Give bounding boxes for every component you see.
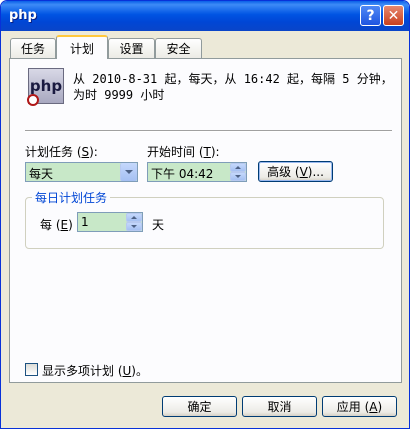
days-down-button[interactable] (126, 222, 142, 231)
php-logo-text: php (29, 77, 63, 95)
apply-button[interactable]: 应用 (A) (322, 396, 397, 417)
days-interval-input[interactable]: 1 (77, 212, 143, 232)
days-interval-value: 1 (81, 215, 89, 229)
days-unit-label: 天 (152, 218, 165, 232)
close-button[interactable]: ✕ (383, 5, 404, 26)
tab-security-label: 安全 (166, 42, 191, 56)
spin-up-button[interactable] (230, 163, 246, 172)
help-icon: ? (366, 7, 375, 24)
tab-security[interactable]: 安全 (155, 38, 202, 58)
tab-task[interactable]: 任务 (10, 38, 56, 58)
schedule-summary: 从 2010-8-31 起，每天，从 16:42 起，每隔 5 分钟，为时 99… (73, 72, 393, 102)
schedule-panel: php 从 2010-8-31 起，每天，从 16:42 起，每隔 5 分钟，为… (9, 58, 402, 383)
schedule-type-value: 每天 (29, 167, 54, 181)
divider (25, 130, 392, 132)
tab-schedule[interactable]: 计划 (56, 35, 108, 59)
show-multiple-schedules-checkbox[interactable] (25, 363, 38, 376)
every-label: 每 (E) (40, 218, 73, 232)
help-button[interactable]: ? (360, 5, 381, 26)
start-time-label: 开始时间 (T): (147, 145, 220, 159)
schedule-type-select[interactable]: 每天 (25, 162, 138, 182)
daily-schedule-title: 每日计划任务 (32, 189, 111, 206)
advanced-button[interactable]: 高级 (V)... (258, 161, 333, 182)
tab-schedule-label: 计划 (69, 41, 94, 56)
php-task-icon: php (27, 68, 64, 106)
spin-down-button[interactable] (230, 172, 246, 181)
arrow-up-icon (235, 166, 241, 169)
start-time-input[interactable]: 下午 04:42 (147, 162, 247, 182)
start-time-value: 下午 04:42 (151, 167, 214, 181)
days-up-button[interactable] (126, 213, 142, 222)
ok-button-label: 确定 (187, 400, 212, 414)
cancel-button-label: 取消 (267, 400, 292, 414)
tab-task-label: 任务 (20, 42, 45, 56)
start-time-spinner[interactable] (230, 163, 246, 181)
days-interval-spinner[interactable] (126, 213, 142, 231)
chevron-down-icon (125, 170, 133, 174)
scheduled-task-window: php ? ✕ 任务 计划 设置 安全 php 从 2010-8-31 起，每天… (0, 0, 410, 429)
ok-button[interactable]: 确定 (162, 396, 237, 417)
tab-settings[interactable]: 设置 (108, 38, 155, 58)
title-bar[interactable]: php ? ✕ (1, 1, 409, 31)
close-icon: ✕ (387, 7, 400, 24)
tab-settings-label: 设置 (119, 42, 144, 56)
arrow-down-icon (131, 225, 137, 228)
window-title: php (9, 8, 37, 23)
arrow-up-icon (131, 216, 137, 219)
task-label: 计划任务 (S): (25, 145, 98, 159)
show-multiple-schedules-label[interactable]: 显示多项计划 (U)。 (42, 362, 148, 379)
arrow-down-icon (235, 175, 241, 178)
dropdown-arrow-button[interactable] (120, 163, 137, 181)
clock-icon (27, 94, 39, 106)
cancel-button[interactable]: 取消 (242, 396, 317, 417)
